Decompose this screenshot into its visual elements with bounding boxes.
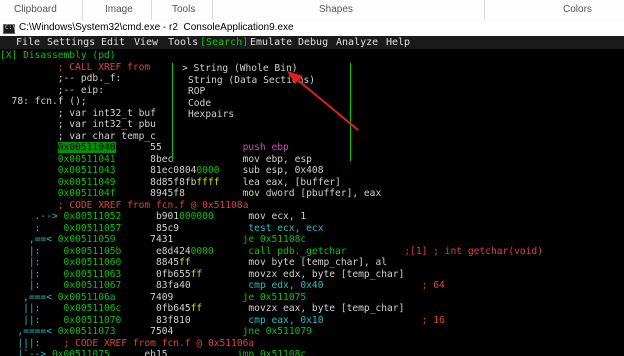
ribbon-separator [484,0,485,20]
window-title: C:\Windows\System32\cmd.exe - r2 Console… [19,22,294,33]
ribbon-group-image: Image [105,4,133,15]
ribbon-separator [151,0,152,20]
ribbon-group-tools: Tools [172,4,196,15]
ribbon-separator [212,0,213,20]
console-title-bar[interactable]: C:\Windows\System32\cmd.exe - r2 Console… [0,22,624,36]
cmd-icon [3,24,16,34]
ribbon-group-colors: Colors [563,4,592,15]
paint-ribbon: Clipboard Image Tools Shapes Colors [0,0,624,23]
console-window[interactable]: File Settings Edit View Tools [Search] E… [0,36,624,356]
ribbon-separator [82,0,83,20]
ribbon-group-shapes: Shapes [319,4,353,15]
red-annotation-arrow [287,71,359,131]
ribbon-group-clipboard: Clipboard [14,4,57,15]
